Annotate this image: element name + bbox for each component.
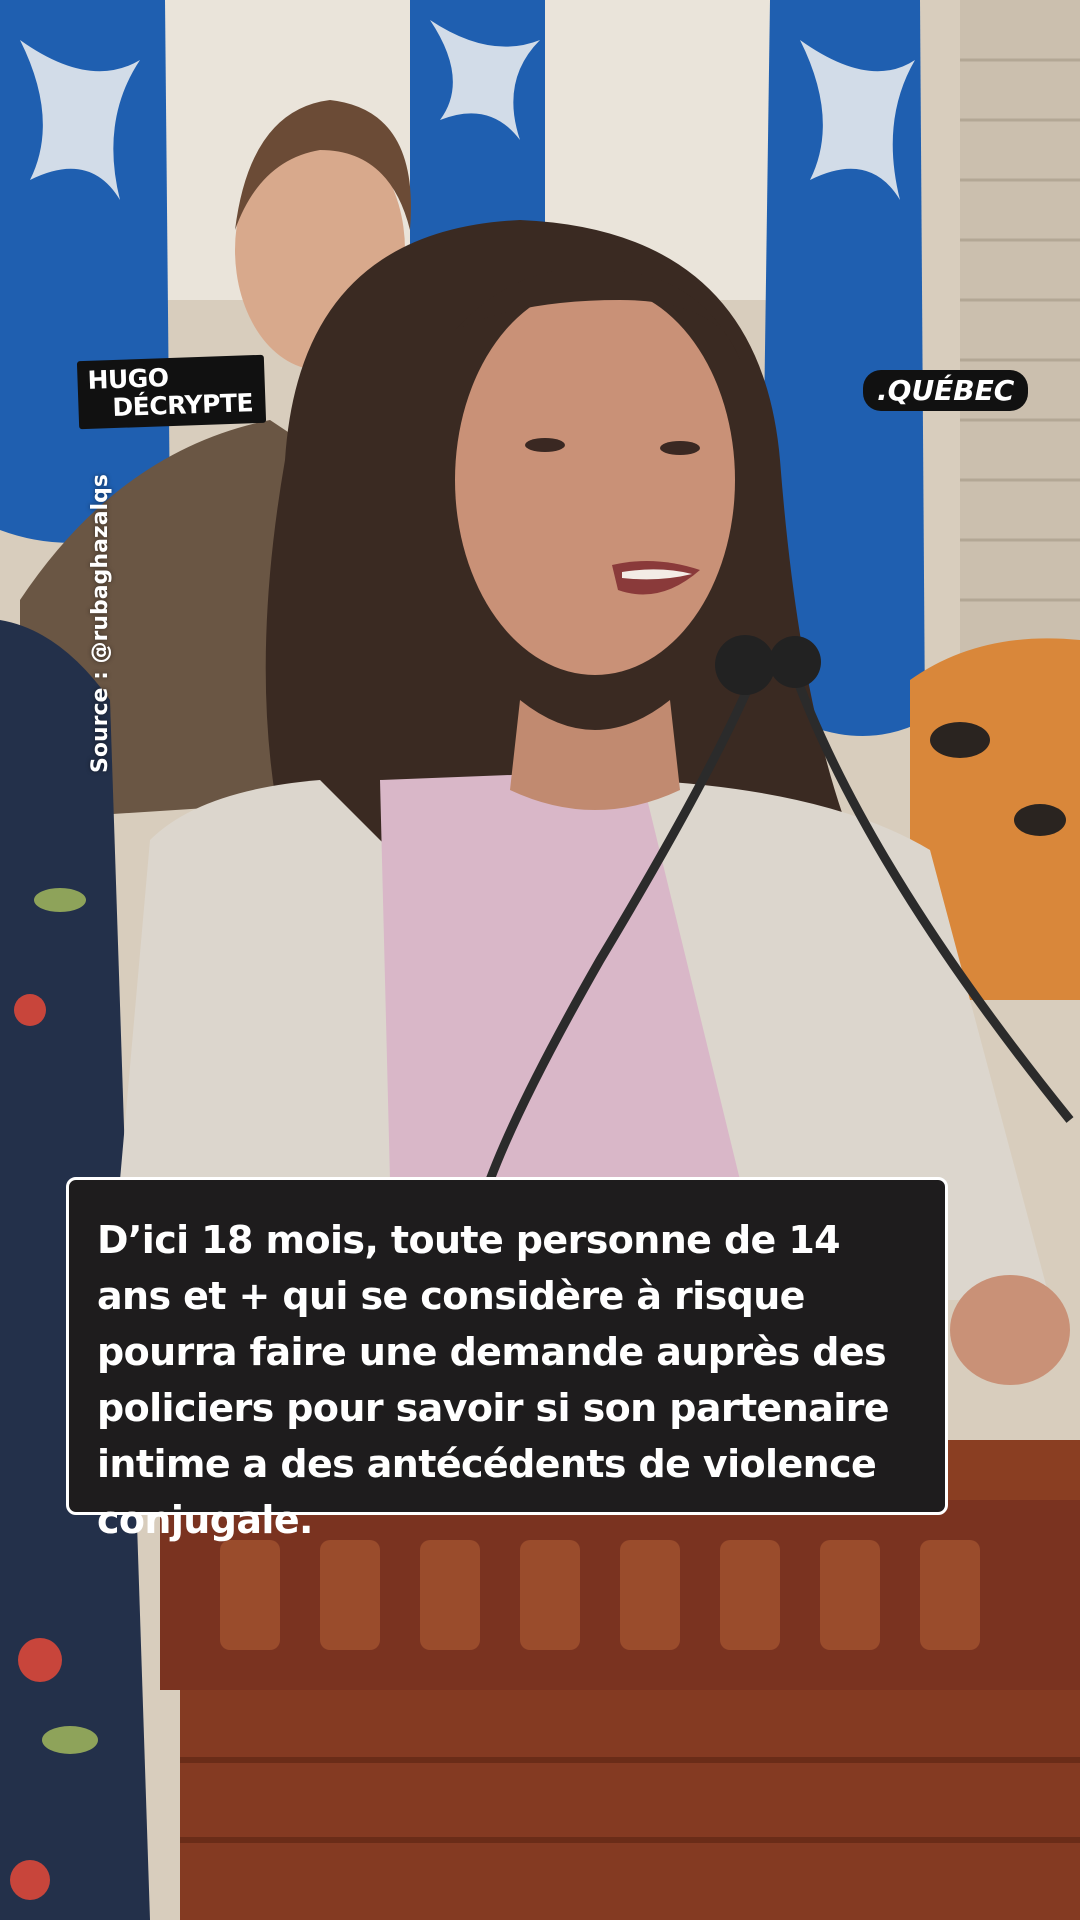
region-badge: .QUÉBEC <box>863 370 1029 411</box>
shutter-right <box>960 0 1080 700</box>
speaker-face <box>455 285 735 675</box>
video-frame: HUGO DÉCRYPTE .QUÉBEC Source : @rubaghaz… <box>0 0 1080 1920</box>
podium-body <box>180 1690 1080 1920</box>
speaker-hand <box>950 1275 1070 1385</box>
caption-box: D’ici 18 mois, toute personne de 14 ans … <box>66 1177 948 1542</box>
source-credit: Source : @rubaghazalqs <box>88 474 113 773</box>
speaker-blazer <box>120 780 420 1180</box>
microphone-head <box>715 635 775 695</box>
flag-center <box>410 0 545 250</box>
press-conference-photo <box>0 0 1080 1920</box>
logo-line-2: DÉCRYPTE <box>112 388 254 423</box>
caption-text: D’ici 18 mois, toute personne de 14 ans … <box>97 1218 890 1542</box>
hugo-decrypte-logo: HUGO DÉCRYPTE <box>76 354 266 430</box>
